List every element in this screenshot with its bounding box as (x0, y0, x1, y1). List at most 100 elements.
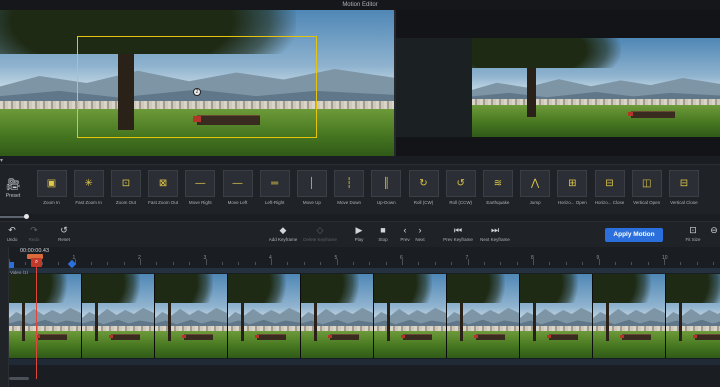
motion-glyph: — (232, 178, 243, 189)
motion-glyph: ⊡ (121, 178, 131, 189)
motion-glyph: ✳ (84, 178, 93, 189)
filmstrip-frame (593, 274, 666, 358)
up-down-icon: ║ (371, 170, 402, 197)
camera-icon: 🎥︎ (5, 177, 21, 191)
reset-icon: ↺ (60, 225, 68, 235)
motion-preset-zoom-in[interactable]: ▣ Zoom In (35, 170, 68, 205)
preset-button[interactable]: 🎥︎ Preset (2, 177, 24, 199)
redo-button[interactable]: ↷ Redo (26, 225, 42, 242)
filmstrip-frame (82, 274, 155, 358)
motion-preset-vertical-close[interactable]: ⊟ Vertical Close (667, 170, 700, 205)
collapse-arrow-icon[interactable]: ▾ (0, 157, 8, 164)
motion-glyph: ║ (382, 178, 390, 189)
motion-preset-roll-cw[interactable]: ↻ Roll (CW) (407, 170, 440, 205)
prev-button[interactable]: ‹ Prev (398, 225, 412, 242)
fast-zoom-out-icon: ⊠ (148, 170, 179, 197)
add-keyframe-icon: ◆ (279, 225, 287, 235)
motion-label: Earthquake (486, 200, 510, 205)
earthquake-icon: ≋ (482, 170, 513, 197)
move-left-icon: — (222, 170, 253, 197)
prev-keyframe-button[interactable]: ⏮ Prev Keyframe (441, 225, 475, 242)
filmstrip-frame (228, 274, 301, 358)
time-ruler[interactable]: 1 2 3 4 5 6 7 8 9 10 (9, 255, 720, 269)
motion-glyph: ⊟ (679, 178, 689, 189)
ruler-tick (418, 262, 420, 265)
ruler-tick (631, 262, 633, 265)
motion-label: Left-Right (264, 200, 285, 205)
title-bar: Motion Editor (0, 0, 720, 10)
motion-preset-horizontal-open[interactable]: ⊞ Horizo... Open (556, 170, 589, 205)
vertical-close-icon: ⊟ (668, 170, 699, 197)
horizontal-scrollbar[interactable] (9, 377, 29, 380)
motion-glyph: ⊟ (605, 178, 614, 189)
motion-glyph: — (195, 178, 206, 189)
ruler-tick (320, 262, 322, 265)
motion-preset-jump[interactable]: ⋀ Jump (519, 170, 552, 205)
motion-glyph: ↻ (419, 178, 428, 189)
next-button[interactable]: › Next (413, 225, 427, 242)
ruler-tick (696, 262, 698, 265)
motion-preset-move-left[interactable]: — Move Left (221, 170, 254, 205)
next-keyframe-button[interactable]: ⏭ Next Keyframe (478, 225, 512, 242)
motion-glyph: │ (308, 178, 316, 189)
search-icon: ⌕ (34, 259, 39, 265)
motion-preset-move-right[interactable]: — Move Right (184, 170, 217, 205)
prev-keyframe-icon: ⏮ (453, 225, 463, 235)
play-button[interactable]: ▶ Play (352, 225, 366, 242)
fit-size-button[interactable]: ⊡ Fit Size (684, 225, 702, 242)
thumbnail-size-slider[interactable] (0, 214, 720, 220)
stop-button[interactable]: ■ Stop (376, 225, 390, 242)
editor-toolbar: ↶ Undo ↷ Redo ↺ Reset ◆ Add Keyframe ◇ D… (0, 221, 720, 247)
motion-preset-earthquake[interactable]: ≋ Earthquake (481, 170, 514, 205)
keyframe-track[interactable] (9, 359, 720, 365)
zoom-in-icon: ▣ (36, 170, 67, 197)
delete-keyframe-button[interactable]: ◇ Delete Keyframe (302, 225, 338, 242)
playhead[interactable] (36, 261, 37, 379)
undo-button[interactable]: ↶ Undo (4, 225, 20, 242)
motion-preset-fast-zoom-out[interactable]: ⊠ Fast Zoom Out (147, 170, 180, 205)
ruler-tick (680, 262, 682, 265)
ruler-label: 2 (138, 255, 141, 261)
motion-preset-vertical-open[interactable]: ◫ Vertical Open (630, 170, 663, 205)
zoom-out-timeline-button[interactable]: ⊖ (709, 225, 719, 236)
motion-preset-roll-ccw[interactable]: ↺ Roll (CCW) (444, 170, 477, 205)
slider-knob[interactable] (24, 214, 29, 219)
motion-label: Roll (CCW) (449, 200, 473, 205)
ruler-tick (500, 262, 502, 265)
stop-icon: ■ (380, 225, 386, 235)
playhead-handle[interactable]: ⌕ (31, 258, 42, 267)
move-right-icon: — (185, 170, 216, 197)
motion-preset-horizontal-close[interactable]: ⊟ Horizo... Close (593, 170, 626, 205)
ruler-tick (123, 262, 125, 265)
reset-button[interactable]: ↺ Reset (56, 225, 72, 242)
source-preview[interactable]: 2 (0, 10, 394, 156)
ruler-tick (352, 262, 354, 265)
motion-label: Move Right (188, 200, 212, 205)
ruler-label: 3 (203, 255, 207, 261)
add-keyframe-button[interactable]: ◆ Add Keyframe (266, 225, 300, 242)
motion-preset-move-down[interactable]: ┆ Move Down (333, 170, 366, 205)
motion-preset-zoom-out[interactable]: ⊡ Zoom Out (109, 170, 142, 205)
motion-presets-panel: 🎥︎ Preset ▣ Zoom In ✳ Fast Zoom In ⊡ Zoom Out… (0, 164, 720, 214)
result-photo (472, 38, 720, 137)
video-filmstrip[interactable] (9, 274, 720, 358)
motion-selection-box[interactable] (77, 36, 317, 138)
motion-preset-move-up[interactable]: │ Move Up (295, 170, 328, 205)
motion-glyph: ┆ (346, 178, 353, 189)
ruler-label: 4 (269, 255, 272, 261)
ruler-tick (221, 262, 223, 265)
ruler-tick (189, 262, 191, 265)
motion-glyph: ⊞ (568, 178, 577, 189)
filmstrip-frame (666, 274, 720, 358)
apply-motion-button[interactable]: Apply Motion (605, 228, 663, 242)
ruler-tick (516, 262, 518, 265)
motion-preset-up-down[interactable]: ║ Up-Down (370, 170, 403, 205)
keyframe-point-marker[interactable]: 2 (193, 88, 201, 96)
ruler-label: 7 (465, 255, 469, 261)
motion-glyph: ▣ (46, 178, 57, 189)
ruler-tick (25, 262, 27, 265)
motion-preset-left-right[interactable]: ═ Left-Right (258, 170, 291, 205)
motion-preset-fast-zoom-in[interactable]: ✳ Fast Zoom In (72, 170, 105, 205)
ruler-label: 8 (531, 255, 534, 261)
motion-label: Horizo... Close (594, 200, 625, 205)
